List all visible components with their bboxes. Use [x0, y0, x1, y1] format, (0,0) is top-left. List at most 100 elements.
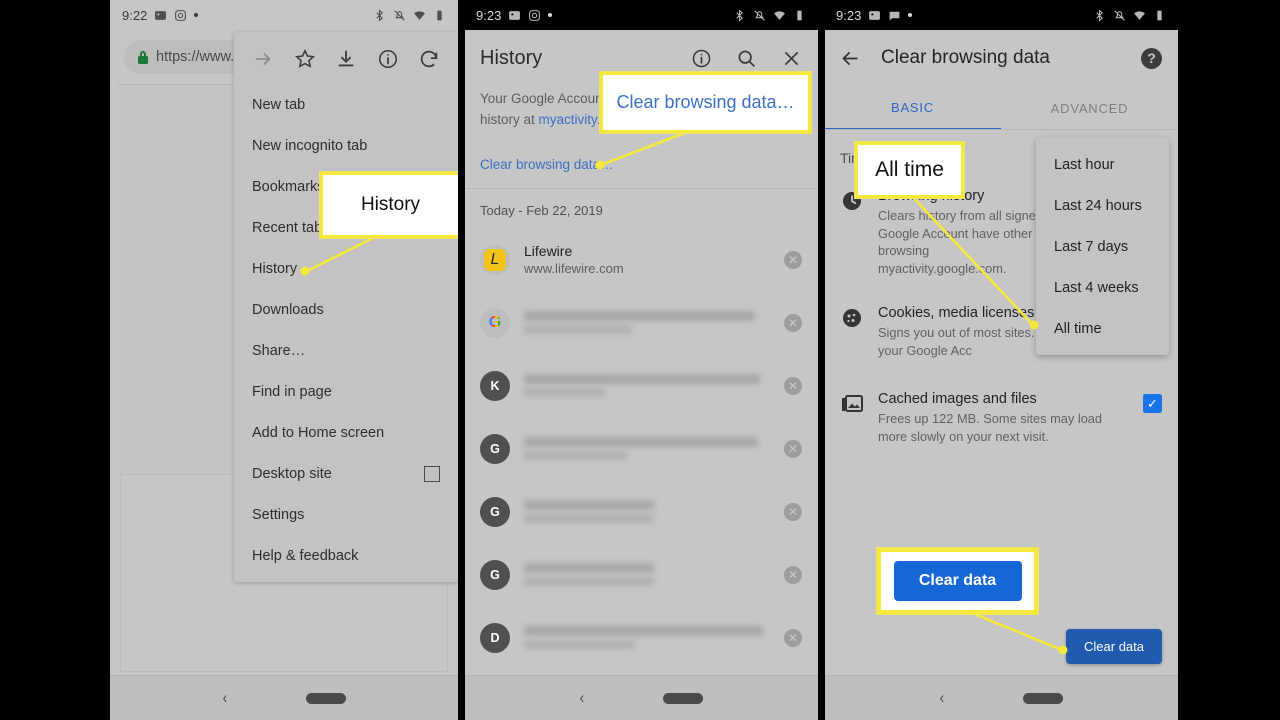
menu-item-label: History — [252, 260, 298, 277]
list-item[interactable]: G ✕ — [464, 543, 818, 606]
remove-icon[interactable]: ✕ — [784, 376, 802, 395]
menu-item-downloads[interactable]: Downloads — [234, 289, 458, 330]
list-item[interactable]: K ✕ — [464, 354, 818, 417]
remove-icon[interactable]: ✕ — [784, 502, 802, 521]
nav-home-pill[interactable] — [662, 692, 703, 704]
menu-item-label: New tab — [252, 96, 306, 113]
frame-gap-left — [0, 0, 110, 720]
menu-item-label: Settings — [252, 506, 305, 523]
divider — [824, 129, 1178, 130]
desktop-site-checkbox[interactable] — [424, 465, 440, 482]
blurred-url — [524, 577, 655, 586]
callout-clear-browsing-data: Clear browsing data… — [600, 72, 811, 133]
dropdown-option-last-hour[interactable]: Last hour — [1036, 144, 1169, 185]
instagram-icon — [529, 9, 541, 21]
back-arrow-icon[interactable] — [840, 48, 861, 69]
list-item-url: www.lifewire.com — [524, 260, 624, 276]
image-icon — [509, 10, 521, 20]
photo-icon — [155, 10, 167, 20]
image-stack-icon — [842, 395, 863, 412]
nav-home-pill[interactable] — [1022, 692, 1063, 704]
screenshot-stage: https://www.lif 9:22 New tab New incogni… — [0, 0, 1280, 720]
blurred-title — [524, 437, 758, 447]
callout-all-time: All time — [855, 142, 964, 198]
system-nav-bar: ‹ — [824, 675, 1178, 720]
status-time: 9:23 — [836, 7, 862, 23]
blurred-title — [524, 500, 655, 510]
battery-icon — [1157, 10, 1162, 20]
menu-item-find-in-page[interactable]: Find in page — [234, 371, 458, 412]
clear-data-button[interactable]: Clear data — [1066, 629, 1162, 664]
favicon-letter: G — [480, 559, 510, 590]
reload-icon[interactable] — [418, 48, 440, 70]
list-item[interactable]: D ✕ — [464, 606, 818, 669]
menu-item-new-incognito-tab[interactable]: New incognito tab — [234, 125, 458, 166]
bell-muted-icon — [394, 9, 405, 21]
bluetooth-icon — [736, 8, 744, 22]
list-item[interactable]: G ✕ — [464, 480, 818, 543]
status-bar: 9:22 — [110, 0, 458, 30]
dropdown-option-last-7-days[interactable]: Last 7 days — [1036, 226, 1169, 267]
dropdown-option-last-4-weeks[interactable]: Last 4 weeks — [1036, 267, 1169, 308]
status-right — [1093, 8, 1166, 22]
frame-gap-2 — [818, 0, 825, 720]
list-item[interactable]: G ✕ — [464, 291, 818, 354]
search-icon[interactable] — [736, 48, 757, 69]
list-item-body — [524, 370, 770, 401]
status-bar: 9:23 — [464, 0, 818, 30]
callout-clear-data: Clear data — [877, 548, 1038, 614]
help-icon[interactable]: ? — [1141, 47, 1162, 69]
option-cached-images[interactable]: Cached images and files Frees up 122 MB.… — [824, 363, 1178, 449]
favicon-google: G — [480, 307, 510, 338]
remove-icon[interactable]: ✕ — [784, 628, 802, 647]
menu-item-desktop-site[interactable]: Desktop site — [234, 453, 458, 494]
status-right — [373, 8, 446, 22]
page-title: History — [480, 46, 543, 69]
phone-1-browser-menu: https://www.lif 9:22 New tab New incogni… — [110, 0, 458, 720]
remove-icon[interactable]: ✕ — [784, 313, 802, 332]
menu-item-add-to-home-screen[interactable]: Add to Home screen — [234, 412, 458, 453]
list-item[interactable]: G ✕ — [464, 417, 818, 480]
close-icon[interactable] — [781, 48, 802, 69]
status-left: 9:22 — [122, 8, 199, 23]
clear-browsing-data-link[interactable]: Clear browsing data… — [480, 157, 614, 172]
list-item-body — [524, 496, 770, 527]
system-nav-bar: ‹ — [110, 675, 458, 720]
favicon-letter: D — [480, 622, 510, 653]
system-nav-bar: ‹ — [464, 675, 818, 720]
nav-back-button[interactable]: ‹ — [940, 688, 945, 708]
frame-gap-1 — [458, 0, 465, 720]
dropdown-option-last-24-hours[interactable]: Last 24 hours — [1036, 185, 1169, 226]
browser-overflow-menu[interactable]: New tab New incognito tab Bookmarks Rece… — [234, 32, 458, 582]
menu-item-new-tab[interactable]: New tab — [234, 84, 458, 125]
time-range-dropdown[interactable]: Last hour Last 24 hours Last 7 days Last… — [1036, 138, 1169, 355]
menu-item-share[interactable]: Share… — [234, 330, 458, 371]
star-icon[interactable] — [294, 48, 316, 70]
nav-home-pill[interactable] — [305, 692, 346, 704]
nav-back-button[interactable]: ‹ — [223, 688, 228, 708]
dot-icon — [908, 13, 913, 17]
dropdown-option-all-time[interactable]: All time — [1036, 308, 1169, 349]
favicon-letter: K — [480, 370, 510, 401]
forward-arrow-icon[interactable] — [252, 48, 274, 70]
menu-item-history[interactable]: History — [234, 248, 458, 289]
remove-icon[interactable]: ✕ — [784, 250, 802, 269]
tab-basic[interactable]: BASIC — [824, 86, 1001, 130]
download-icon[interactable] — [335, 48, 357, 70]
info-icon[interactable] — [691, 48, 712, 69]
remove-icon[interactable]: ✕ — [784, 565, 802, 584]
info-icon[interactable] — [377, 48, 399, 70]
divider — [464, 188, 818, 189]
menu-item-label: Help & feedback — [252, 547, 359, 564]
list-item[interactable]: L Lifewire www.lifewire.com ✕ — [464, 228, 818, 291]
option-body: Cached images and files Frees up 122 MB.… — [878, 389, 1129, 445]
menu-item-label: Recent tabs — [252, 219, 330, 236]
blurred-url — [524, 388, 606, 397]
blurred-title — [524, 563, 655, 573]
option-checkbox[interactable]: ✓ — [1143, 394, 1162, 413]
tab-advanced[interactable]: ADVANCED — [1001, 86, 1178, 130]
menu-item-help-feedback[interactable]: Help & feedback — [234, 535, 458, 576]
nav-back-button[interactable]: ‹ — [580, 688, 585, 708]
menu-item-settings[interactable]: Settings — [234, 494, 458, 535]
remove-icon[interactable]: ✕ — [784, 439, 802, 458]
